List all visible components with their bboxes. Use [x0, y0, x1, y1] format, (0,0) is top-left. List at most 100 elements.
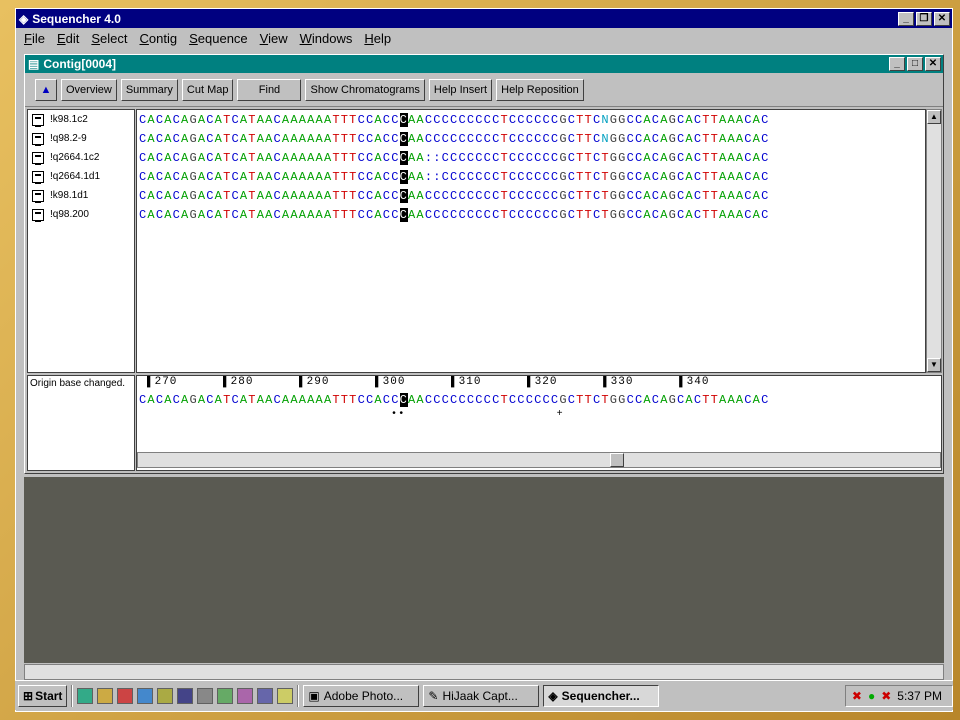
quicklaunch-icon-8[interactable] — [217, 687, 234, 704]
scroll-down-arrow-icon[interactable]: ▼ — [927, 358, 941, 372]
task-hijaak-capture[interactable]: ✎ HiJaak Capt... — [423, 684, 540, 707]
quicklaunch-icon-11[interactable] — [277, 687, 294, 704]
consensus-area[interactable]: ▌270 ▌280 ▌290 ▌300 ▌310 ▌320 ▌330 ▌340 … — [136, 375, 942, 471]
start-button[interactable]: ⊞ Start — [18, 684, 68, 707]
workspace-scrollbar[interactable] — [24, 664, 944, 680]
find-button[interactable]: Find — [237, 78, 302, 101]
horizontal-scrollbar[interactable] — [137, 452, 941, 468]
fragment-sequence-area[interactable]: CACACAGACATCATAACAAAAAATTTCCACCCAACCCCCC… — [136, 109, 926, 373]
fragment-name-row[interactable]: !q2664.1d1 — [28, 167, 134, 186]
base: C — [139, 207, 148, 222]
base: T — [500, 392, 509, 407]
clock[interactable]: 5:37 PM — [897, 689, 942, 703]
close-button[interactable]: ✕ — [934, 11, 950, 26]
base: C — [466, 392, 476, 407]
quicklaunch-icon-4[interactable] — [137, 687, 154, 704]
fragment-sequence-row[interactable]: CACACAGACATCATAACAAAAAATTTCCACCCAA::CCCC… — [137, 148, 925, 167]
fragment-name-row[interactable]: !k98.1c2 — [28, 110, 134, 129]
base: C — [206, 207, 215, 222]
base: C — [744, 150, 753, 165]
quicklaunch-icon-1[interactable] — [77, 687, 94, 704]
base: C — [391, 169, 400, 184]
quicklaunch-icon-10[interactable] — [257, 687, 274, 704]
show-chromatograms-button[interactable]: Show Chromatograms — [305, 78, 425, 101]
task-adobe-photoshop[interactable]: ▣ Adobe Photo... — [303, 684, 420, 707]
base: C — [483, 131, 493, 146]
base: G — [609, 392, 619, 407]
base: T — [576, 112, 585, 127]
base: T — [584, 150, 593, 165]
fragment-sequence-row[interactable]: CACACAGACATCATAACAAAAAATTTCCACCCAACCCCCC… — [137, 129, 925, 148]
fragment-sequence-row[interactable]: CACACAGACATCATAACAAAAAATTTCCACCCAACCCCCC… — [137, 205, 925, 224]
overview-button[interactable]: Overview — [61, 78, 117, 101]
fragment-name-row[interactable]: !q98.2-9 — [28, 129, 134, 148]
menu-select[interactable]: Select — [87, 31, 135, 46]
fragment-sequence-row[interactable]: CACACAGACATCATAACAAAAAATTTCCACCCAACCCCCC… — [137, 186, 925, 205]
tray-icon-3[interactable]: ✖ — [881, 689, 891, 703]
task-sequencher[interactable]: ◈ Sequencher... — [543, 684, 660, 707]
menu-file[interactable]: File — [20, 31, 53, 46]
base: T — [584, 112, 593, 127]
minimize-button[interactable]: _ — [898, 11, 914, 26]
summary-button[interactable]: Summary — [120, 78, 178, 101]
base: C — [357, 188, 366, 203]
horizontal-scroll-thumb[interactable] — [610, 453, 624, 467]
menu-view[interactable]: View — [256, 31, 296, 46]
base: A — [719, 392, 728, 407]
quicklaunch-icon-6[interactable] — [177, 687, 194, 704]
base: C — [651, 392, 661, 407]
consensus-sequence[interactable]: CACACAGACATCATAACAAAAAATTTCCACCCAACCCCCC… — [137, 390, 941, 409]
menu-sequence[interactable]: Sequence — [185, 31, 256, 46]
base: A — [374, 131, 383, 146]
quicklaunch-icon-3[interactable] — [117, 687, 134, 704]
base: A — [315, 207, 324, 222]
base: T — [340, 112, 350, 127]
base: A — [214, 150, 224, 165]
base: C — [550, 112, 560, 127]
cut-map-button[interactable]: Cut Map — [181, 78, 234, 101]
base: C — [139, 392, 148, 407]
base: C — [761, 150, 770, 165]
base: A — [685, 392, 694, 407]
base: C — [155, 150, 165, 165]
maximize-button[interactable]: ❐ — [916, 11, 932, 26]
help-insert-button[interactable]: Help Insert — [428, 78, 493, 101]
base: C — [693, 169, 703, 184]
base: A — [197, 188, 207, 203]
base: A — [685, 150, 694, 165]
fragment-sequence-row[interactable]: CACACAGACATCATAACAAAAAATTTCCACCCAA::CCCC… — [137, 167, 925, 186]
base: G — [609, 169, 619, 184]
base: C — [382, 207, 392, 222]
fragment-name-row[interactable]: !k98.1d1 — [28, 186, 134, 205]
base: A — [660, 392, 669, 407]
base: C — [592, 169, 602, 184]
workspace-background — [24, 477, 944, 663]
fragment-sequence-row[interactable]: CACACAGACATCATAACAAAAAATTTCCACCCAACCCCCC… — [137, 110, 925, 129]
menu-edit[interactable]: Edit — [53, 31, 87, 46]
up-arrow-button[interactable]: ▲ — [35, 78, 57, 101]
menu-help[interactable]: Help — [360, 31, 399, 46]
tray-icon-2[interactable]: ● — [868, 689, 875, 703]
quicklaunch-icon-2[interactable] — [97, 687, 114, 704]
vertical-scrollbar[interactable]: ▲ ▼ — [926, 109, 942, 373]
quicklaunch-icon-9[interactable] — [237, 687, 254, 704]
menu-windows[interactable]: Windows — [296, 31, 361, 46]
consensus-label: Origin base changed. — [27, 375, 135, 471]
help-reposition-button[interactable]: Help Reposition — [496, 78, 584, 101]
base: C — [365, 131, 375, 146]
base: A — [727, 112, 736, 127]
child-maximize-button[interactable]: □ — [907, 57, 923, 71]
tray-icon-1[interactable]: ✖ — [852, 689, 862, 703]
base: G — [618, 131, 627, 146]
scroll-up-arrow-icon[interactable]: ▲ — [927, 110, 941, 124]
base: C — [155, 188, 165, 203]
base: C — [231, 150, 240, 165]
fragment-name-row[interactable]: !q98.200 — [28, 205, 134, 224]
base: A — [416, 131, 425, 146]
quicklaunch-icon-7[interactable] — [197, 687, 214, 704]
child-close-button[interactable]: ✕ — [925, 57, 941, 71]
menu-contig[interactable]: Contig — [136, 31, 186, 46]
child-minimize-button[interactable]: _ — [889, 57, 905, 71]
fragment-name-row[interactable]: !q2664.1c2 — [28, 148, 134, 167]
quicklaunch-icon-5[interactable] — [157, 687, 174, 704]
